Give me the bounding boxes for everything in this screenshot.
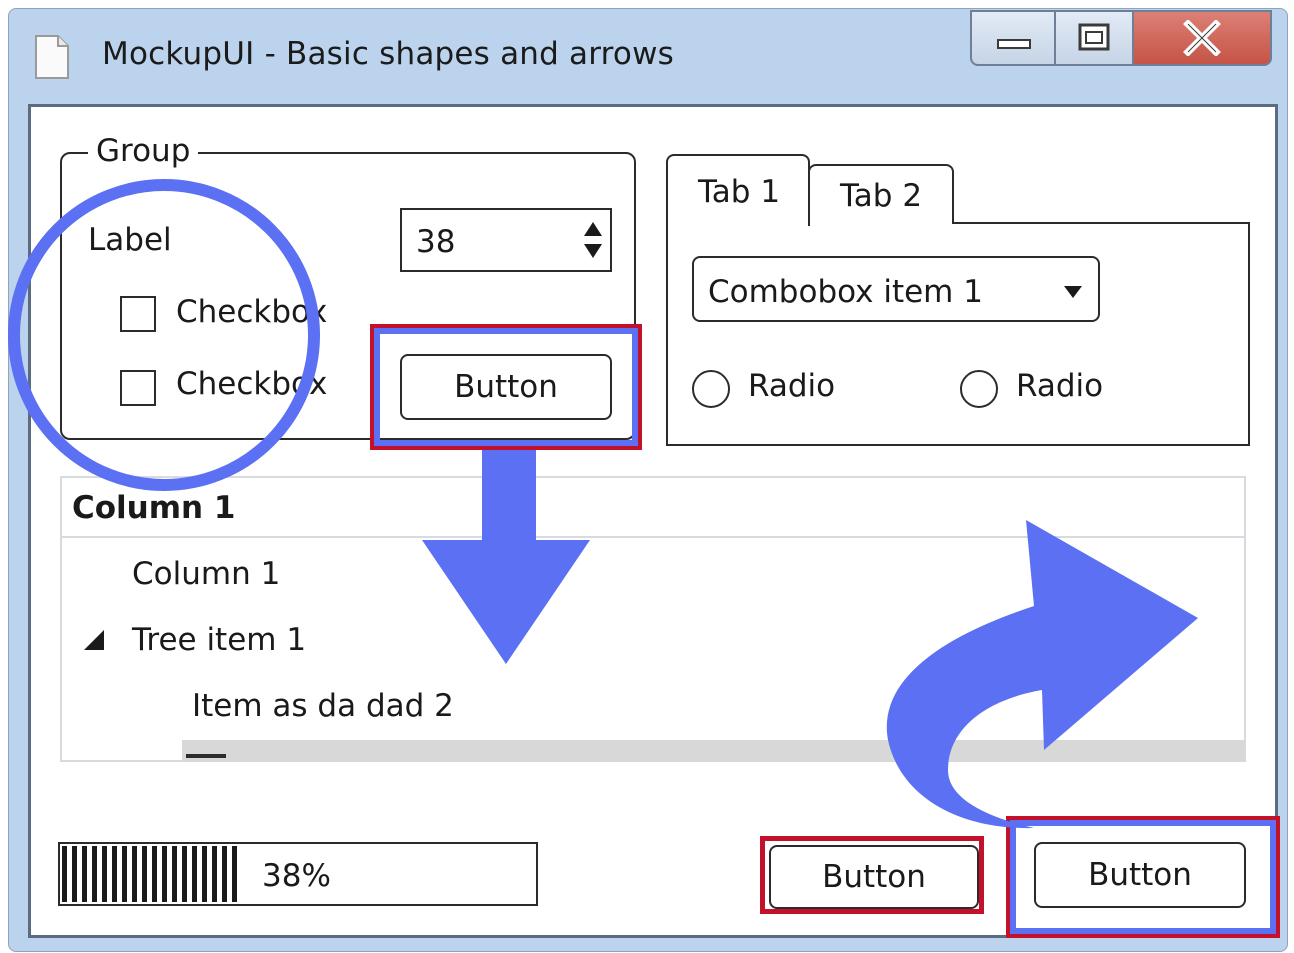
close-icon — [1183, 20, 1221, 56]
document-icon — [35, 35, 69, 79]
dropdown-arrow-icon[interactable] — [1062, 284, 1084, 300]
column-header: Column 1 — [72, 490, 236, 526]
label: Label — [88, 222, 172, 258]
tree-row-2[interactable]: Tree item 1 — [132, 622, 306, 658]
minimize-button[interactable] — [970, 10, 1056, 66]
checkbox-2[interactable] — [120, 370, 156, 406]
spinner-arrows-icon[interactable] — [580, 214, 606, 266]
group-title: Group — [88, 133, 199, 169]
checkbox-1[interactable] — [120, 296, 156, 332]
minimize-icon — [997, 39, 1031, 49]
tree-row-3[interactable]: Item as da dad 2 — [192, 688, 454, 724]
footer-button-right[interactable]: Button — [1034, 842, 1246, 908]
tab-2[interactable]: Tab 2 — [808, 164, 954, 224]
progress-fill — [62, 846, 241, 902]
close-button[interactable] — [1132, 10, 1272, 66]
checkbox-1-label: Checkbox — [176, 294, 328, 330]
progress-label: 38% — [262, 858, 331, 894]
horizontal-scrollbar[interactable] — [182, 740, 1246, 762]
tree-row-1[interactable]: Column 1 — [132, 556, 280, 592]
maximize-icon — [1078, 23, 1110, 51]
scrollbar-thumb[interactable] — [186, 754, 226, 758]
group-button[interactable]: Button — [400, 354, 612, 420]
spinner-value: 38 — [416, 224, 456, 260]
tree-header[interactable] — [62, 478, 1244, 538]
radio-2-label: Radio — [1016, 368, 1104, 404]
expanded-triangle-icon[interactable] — [82, 628, 106, 652]
window-title: MockupUI - Basic shapes and arrows — [102, 36, 674, 72]
radio-1-label: Radio — [748, 368, 836, 404]
radio-1[interactable] — [692, 370, 730, 408]
checkbox-2-label: Checkbox — [176, 366, 328, 402]
footer-button-left[interactable]: Button — [769, 845, 979, 909]
radio-2[interactable] — [960, 370, 998, 408]
tab-1[interactable]: Tab 1 — [666, 154, 810, 226]
combobox-value: Combobox item 1 — [708, 274, 983, 310]
footer-button-left-highlight: Button — [760, 836, 984, 914]
maximize-button[interactable] — [1054, 10, 1134, 66]
